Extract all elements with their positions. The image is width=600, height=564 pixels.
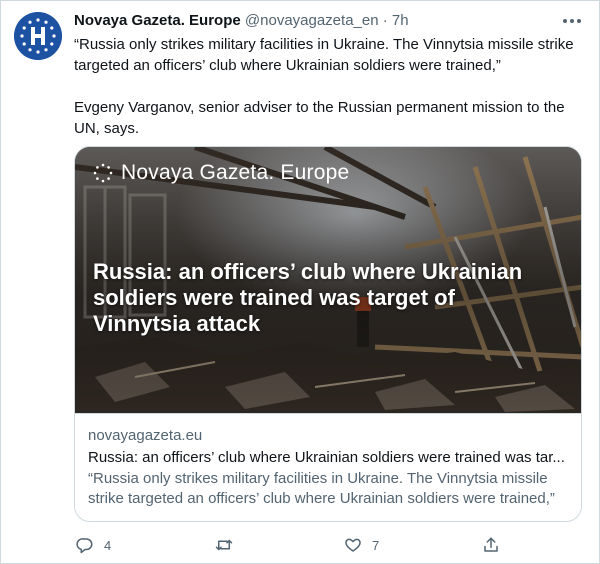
more-options-button[interactable] (560, 10, 584, 32)
tweet-attribution-paragraph: Evgeny Varganov, senior adviser to the R… (74, 99, 565, 137)
card-image[interactable]: Novaya Gazeta. Europe Russia: an officer… (75, 147, 581, 413)
like-icon (345, 538, 361, 552)
novaya-gazeta-logo-icon (14, 12, 62, 60)
link-preview-card[interactable]: Novaya Gazeta. Europe Russia: an officer… (74, 146, 582, 522)
reply-button[interactable]: 4 (76, 533, 111, 557)
retweet-button[interactable] (214, 533, 244, 557)
card-brand-name: Novaya Gazeta. Europe (121, 161, 350, 184)
share-icon (484, 537, 498, 552)
like-count: 7 (372, 537, 380, 553)
card-title: Russia: an officers’ club where Ukrainia… (88, 449, 565, 466)
share-button[interactable] (482, 533, 500, 557)
reply-icon (76, 538, 93, 554)
more-horizontal-icon (563, 19, 581, 23)
tweet-quote-paragraph: “Russia only strikes military facilities… (74, 36, 574, 74)
timestamp[interactable]: 7h (392, 12, 409, 29)
card-brand: Novaya Gazeta. Europe (93, 161, 349, 185)
tweet-header: Novaya Gazeta. Europe @novayagazeta_en ·… (74, 11, 586, 31)
avatar[interactable] (14, 12, 62, 60)
card-meta[interactable]: novayagazeta.eu Russia: an officers’ clu… (75, 413, 581, 521)
card-domain: novayagazeta.eu (88, 427, 203, 444)
like-button[interactable]: 7 (344, 533, 379, 557)
tweet-actions: 4 7 (74, 533, 504, 557)
retweet-icon (215, 539, 233, 551)
display-name[interactable]: Novaya Gazeta. Europe (74, 12, 241, 29)
separator-dot: · (382, 12, 388, 29)
card-headline: Russia: an officers’ club where Ukrainia… (93, 259, 523, 336)
brand-dots-icon (93, 163, 113, 183)
user-handle[interactable]: @novayagazeta_en (245, 12, 379, 29)
tweet-text: “Russia only strikes military facilities… (74, 34, 584, 139)
card-description: “Russia only strikes military facilities… (88, 470, 555, 507)
reply-count: 4 (104, 537, 112, 553)
